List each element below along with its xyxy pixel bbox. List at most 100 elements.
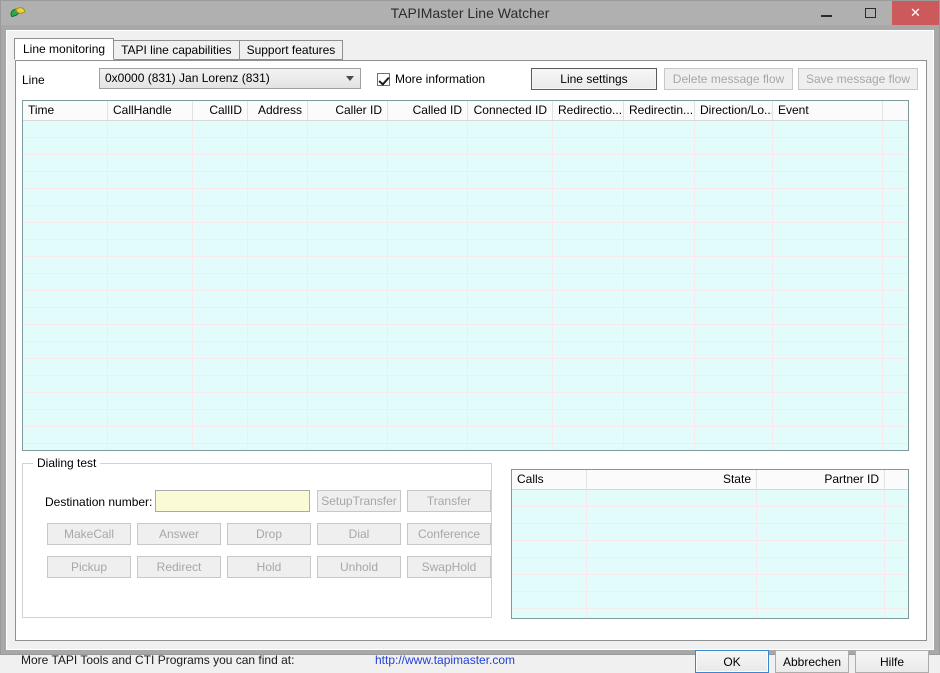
table-row[interactable] bbox=[23, 325, 908, 342]
table-row[interactable] bbox=[23, 189, 908, 206]
table-cell bbox=[23, 206, 108, 222]
application-window: TAPIMaster Line Watcher ✕ Line monitorin… bbox=[0, 0, 940, 673]
message-flow-grid[interactable]: Time CallHandle CallID Address Caller ID Call… bbox=[22, 100, 909, 451]
list-item[interactable] bbox=[512, 592, 908, 609]
ok-button[interactable]: OK bbox=[695, 650, 769, 673]
grid-column-header[interactable]: Called ID bbox=[388, 101, 468, 120]
table-row[interactable] bbox=[23, 121, 908, 138]
dial-button[interactable]: Dial bbox=[317, 523, 401, 545]
unhold-button[interactable]: Unhold bbox=[317, 556, 401, 578]
grid-column-header[interactable]: Redirectin... bbox=[624, 101, 695, 120]
grid-column-header[interactable]: CallID bbox=[193, 101, 248, 120]
grid-column-header[interactable]: Direction/Lo... bbox=[695, 101, 773, 120]
table-row[interactable] bbox=[23, 223, 908, 240]
make-call-button[interactable]: MakeCall bbox=[47, 523, 131, 545]
table-row[interactable] bbox=[23, 308, 908, 325]
calls-list-body[interactable] bbox=[512, 490, 908, 618]
table-cell bbox=[108, 206, 193, 222]
table-cell bbox=[248, 189, 308, 205]
calls-column-header[interactable]: State bbox=[587, 470, 757, 489]
table-cell bbox=[773, 223, 883, 239]
redirect-button[interactable]: Redirect bbox=[137, 556, 221, 578]
destination-number-label: Destination number: bbox=[45, 495, 153, 509]
conference-button[interactable]: Conference bbox=[407, 523, 491, 545]
table-cell bbox=[388, 138, 468, 154]
drop-button[interactable]: Drop bbox=[227, 523, 311, 545]
minimize-button[interactable] bbox=[804, 1, 848, 25]
answer-button[interactable]: Answer bbox=[137, 523, 221, 545]
table-cell bbox=[468, 189, 553, 205]
list-item[interactable] bbox=[512, 609, 908, 618]
cancel-button[interactable]: Abbrechen bbox=[775, 650, 849, 673]
destination-number-input[interactable] bbox=[155, 490, 310, 512]
calls-list[interactable]: Calls State Partner ID bbox=[511, 469, 909, 619]
message-flow-grid-body[interactable] bbox=[23, 121, 908, 450]
list-item[interactable] bbox=[512, 541, 908, 558]
table-row[interactable] bbox=[23, 359, 908, 376]
grid-column-header[interactable]: CallHandle bbox=[108, 101, 193, 120]
table-row[interactable] bbox=[23, 138, 908, 155]
grid-column-header[interactable]: Event bbox=[773, 101, 883, 120]
table-cell bbox=[468, 138, 553, 154]
list-item[interactable] bbox=[512, 507, 908, 524]
table-cell bbox=[553, 172, 624, 188]
grid-column-header[interactable]: Redirectio... bbox=[553, 101, 624, 120]
transfer-button[interactable]: Transfer bbox=[407, 490, 491, 512]
table-cell bbox=[193, 325, 248, 341]
table-cell bbox=[23, 444, 108, 450]
table-row[interactable] bbox=[23, 257, 908, 274]
pickup-button[interactable]: Pickup bbox=[47, 556, 131, 578]
calls-column-header[interactable]: Calls bbox=[512, 470, 587, 489]
close-button[interactable]: ✕ bbox=[892, 1, 939, 25]
tab-support-features[interactable]: Support features bbox=[238, 40, 344, 60]
button-label: Pickup bbox=[70, 560, 108, 574]
list-cell bbox=[757, 575, 885, 591]
list-item[interactable] bbox=[512, 558, 908, 575]
hold-button[interactable]: Hold bbox=[227, 556, 311, 578]
table-cell bbox=[108, 359, 193, 375]
more-information-checkbox[interactable]: More information bbox=[377, 72, 485, 86]
table-cell bbox=[388, 189, 468, 205]
table-cell bbox=[308, 206, 388, 222]
help-button[interactable]: Hilfe bbox=[855, 650, 929, 673]
swap-hold-button[interactable]: SwapHold bbox=[407, 556, 491, 578]
table-cell bbox=[553, 274, 624, 290]
table-row[interactable] bbox=[23, 274, 908, 291]
line-select[interactable]: 0x0000 (831) Jan Lorenz (831) bbox=[99, 68, 361, 89]
table-cell bbox=[108, 172, 193, 188]
table-row[interactable] bbox=[23, 206, 908, 223]
list-item[interactable] bbox=[512, 524, 908, 541]
table-cell bbox=[624, 444, 695, 450]
delete-message-flow-button[interactable]: Delete message flow bbox=[664, 68, 793, 90]
tab-tapi-line-capabilities[interactable]: TAPI line capabilities bbox=[113, 40, 240, 60]
setup-transfer-button[interactable]: SetupTransfer bbox=[317, 490, 401, 512]
save-message-flow-button[interactable]: Save message flow bbox=[798, 68, 918, 90]
table-row[interactable] bbox=[23, 427, 908, 444]
calls-column-header[interactable]: Partner ID bbox=[757, 470, 885, 489]
line-settings-button[interactable]: Line settings bbox=[531, 68, 657, 90]
table-cell bbox=[624, 172, 695, 188]
table-row[interactable] bbox=[23, 376, 908, 393]
maximize-button[interactable] bbox=[848, 1, 892, 25]
table-cell bbox=[248, 223, 308, 239]
table-row[interactable] bbox=[23, 291, 908, 308]
table-cell bbox=[553, 155, 624, 171]
table-cell bbox=[108, 257, 193, 273]
grid-column-header[interactable]: Address bbox=[248, 101, 308, 120]
table-row[interactable] bbox=[23, 410, 908, 427]
table-row[interactable] bbox=[23, 155, 908, 172]
title-bar: TAPIMaster Line Watcher ✕ bbox=[1, 1, 939, 25]
table-row[interactable] bbox=[23, 240, 908, 257]
grid-column-header[interactable]: Time bbox=[23, 101, 108, 120]
tapimaster-link[interactable]: http://www.tapimaster.com bbox=[375, 653, 515, 667]
table-cell bbox=[695, 138, 773, 154]
tab-line-monitoring[interactable]: Line monitoring bbox=[14, 38, 115, 60]
grid-column-header[interactable]: Caller ID bbox=[308, 101, 388, 120]
table-row[interactable] bbox=[23, 444, 908, 450]
table-row[interactable] bbox=[23, 172, 908, 189]
grid-column-header[interactable]: Connected ID bbox=[468, 101, 553, 120]
table-row[interactable] bbox=[23, 393, 908, 410]
list-item[interactable] bbox=[512, 490, 908, 507]
list-item[interactable] bbox=[512, 575, 908, 592]
table-row[interactable] bbox=[23, 342, 908, 359]
